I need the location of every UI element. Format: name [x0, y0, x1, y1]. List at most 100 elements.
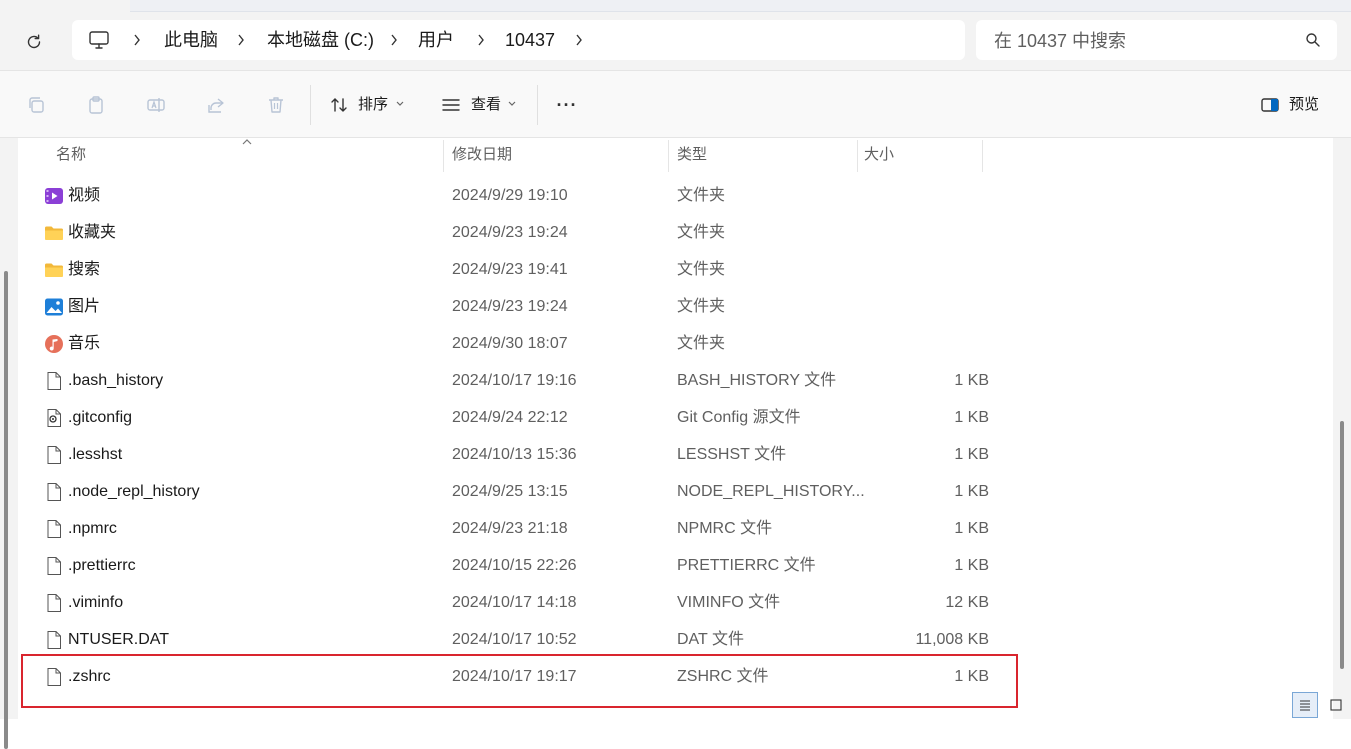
- title-strip: [0, 0, 1351, 12]
- breadcrumb-10437[interactable]: 10437: [505, 29, 555, 51]
- file-type: VIMINFO 文件: [677, 594, 781, 611]
- column-header-date[interactable]: 修改日期: [452, 138, 512, 172]
- more-icon: ···: [556, 94, 578, 115]
- chevron-right-icon[interactable]: [474, 29, 488, 51]
- file-type: 文件夹: [677, 224, 726, 241]
- file-modified-date: 2024/9/29 19:10: [452, 187, 568, 204]
- navigation-pane-scrollbar[interactable]: [0, 138, 18, 749]
- file-size: 12 KB: [945, 594, 989, 611]
- toolbar-divider: [537, 85, 538, 125]
- chevron-down-icon[interactable]: [505, 95, 519, 113]
- file-name: NTUSER.DAT: [68, 631, 170, 648]
- video-folder-icon: [44, 186, 64, 206]
- file-size: 1 KB: [954, 557, 989, 574]
- file-row[interactable]: .node_repl_history 2024/9/25 13:15 NODE_RE…: [36, 473, 1006, 510]
- this-pc-icon: [89, 31, 109, 49]
- chevron-right-icon[interactable]: [130, 29, 144, 51]
- scrollbar-thumb[interactable]: [1340, 421, 1344, 669]
- file-name: 搜索: [68, 261, 101, 278]
- file-row[interactable]: .viminfo 2024/10/17 14:18 VIMINFO 文件 12 KB: [36, 584, 1006, 621]
- trash-icon: [269, 97, 283, 113]
- file-list: 名称 修改日期 类型 大小 视频 2024/9/29 19:10 文件夹 收藏夹 202…: [18, 138, 1333, 719]
- config-file-icon: [44, 408, 64, 428]
- chevron-right-icon[interactable]: [234, 29, 248, 51]
- file-name: .gitconfig: [68, 409, 133, 426]
- file-modified-date: 2024/10/15 22:26: [452, 557, 577, 574]
- chevron-right-icon[interactable]: [387, 29, 401, 51]
- file-row[interactable]: 音乐 2024/9/30 18:07 文件夹: [36, 325, 1006, 362]
- search-placeholder: 在 10437 中搜索: [994, 31, 1127, 51]
- view-icon[interactable]: [440, 94, 462, 116]
- file-modified-date: 2024/10/17 19:16: [452, 372, 577, 389]
- paste-icon: [89, 96, 103, 114]
- column-separator[interactable]: [443, 140, 444, 172]
- scrollbar-thumb[interactable]: [4, 271, 8, 749]
- column-header-size[interactable]: 大小: [864, 138, 894, 172]
- address-row: 此电脑 本地磁盘 (C:) 用户 10437 在 10437 中搜索: [0, 12, 1351, 71]
- file-name: .viminfo: [68, 594, 124, 611]
- file-modified-date: 2024/10/17 10:52: [452, 631, 577, 648]
- file-type: 文件夹: [677, 187, 726, 204]
- search-input[interactable]: 在 10437 中搜索: [976, 20, 1337, 60]
- file-type: LESSHST 文件: [677, 446, 787, 463]
- file-modified-date: 2024/10/17 14:18: [452, 594, 577, 611]
- copy-icon: [29, 97, 44, 113]
- rename-button[interactable]: [145, 94, 167, 116]
- sort-icon[interactable]: [328, 94, 350, 116]
- file-row[interactable]: NTUSER.DAT 2024/10/17 10:52 DAT 文件 11,008 K…: [36, 621, 1006, 658]
- breadcrumb-this-pc[interactable]: 此电脑: [164, 29, 218, 51]
- file-size: 1 KB: [954, 483, 989, 500]
- file-size: 1 KB: [954, 409, 989, 426]
- preview-button[interactable]: 预览: [1289, 95, 1319, 115]
- preview-pane-icon[interactable]: [1259, 94, 1281, 116]
- toolbar-divider: [310, 85, 311, 125]
- column-separator[interactable]: [982, 140, 983, 172]
- tiles-view-button[interactable]: [1323, 692, 1349, 718]
- breadcrumb-local-disk[interactable]: 本地磁盘 (C:): [267, 29, 374, 51]
- file-icon: [44, 593, 64, 613]
- file-icon: [44, 630, 64, 650]
- file-row[interactable]: 图片 2024/9/23 19:24 文件夹: [36, 288, 1006, 325]
- column-header-name[interactable]: 名称: [56, 138, 86, 172]
- column-separator[interactable]: [668, 140, 669, 172]
- more-options-button[interactable]: ···: [556, 94, 578, 116]
- column-separator[interactable]: [857, 140, 858, 172]
- file-size: 1 KB: [954, 372, 989, 389]
- share-button[interactable]: [205, 94, 227, 116]
- column-header-type[interactable]: 类型: [677, 138, 707, 172]
- refresh-button[interactable]: [20, 28, 48, 56]
- details-view-icon: [1300, 700, 1310, 711]
- chevron-down-icon[interactable]: [393, 95, 407, 113]
- file-name: .npmrc: [68, 520, 117, 537]
- breadcrumb-users[interactable]: 用户: [418, 29, 454, 51]
- details-view-button[interactable]: [1292, 692, 1318, 718]
- sort-button[interactable]: 排序: [358, 95, 388, 115]
- file-name: .lesshst: [68, 446, 123, 463]
- file-row[interactable]: 视频 2024/9/29 19:10 文件夹: [36, 177, 1006, 214]
- file-type: Git Config 源文件: [677, 409, 801, 426]
- file-row[interactable]: .prettierrc 2024/10/15 22:26 PRETTIERRC 文件…: [36, 547, 1006, 584]
- command-bar: 排序 查看 ··· 预览: [0, 71, 1351, 138]
- file-type: 文件夹: [677, 335, 726, 352]
- file-row[interactable]: .npmrc 2024/9/23 21:18 NPMRC 文件 1 KB: [36, 510, 1006, 547]
- address-bar[interactable]: 此电脑 本地磁盘 (C:) 用户 10437: [72, 20, 965, 60]
- file-modified-date: 2024/10/13 15:36: [452, 446, 577, 463]
- delete-button[interactable]: [265, 94, 287, 116]
- file-name: 图片: [68, 298, 101, 315]
- copy-button[interactable]: [25, 94, 47, 116]
- file-modified-date: 2024/9/23 19:24: [452, 224, 568, 241]
- file-name: .bash_history: [68, 372, 164, 389]
- chevron-right-icon[interactable]: [572, 29, 586, 51]
- file-modified-date: 2024/9/24 22:12: [452, 409, 568, 426]
- file-row[interactable]: .gitconfig 2024/9/24 22:12 Git Config 源文件 1…: [36, 399, 1006, 436]
- file-type: PRETTIERRC 文件: [677, 557, 816, 574]
- file-row[interactable]: .lesshst 2024/10/13 15:36 LESSHST 文件 1 KB: [36, 436, 1006, 473]
- file-row[interactable]: 收藏夹 2024/9/23 19:24 文件夹: [36, 214, 1006, 251]
- view-button[interactable]: 查看: [471, 95, 501, 115]
- file-size: 1 KB: [954, 446, 989, 463]
- file-type: BASH_HISTORY 文件: [677, 372, 837, 389]
- paste-button[interactable]: [85, 94, 107, 116]
- file-row[interactable]: .bash_history 2024/10/17 19:16 BASH_HISTOR…: [36, 362, 1006, 399]
- file-list-scrollbar[interactable]: [1333, 138, 1351, 719]
- file-row[interactable]: 搜索 2024/9/23 19:41 文件夹: [36, 251, 1006, 288]
